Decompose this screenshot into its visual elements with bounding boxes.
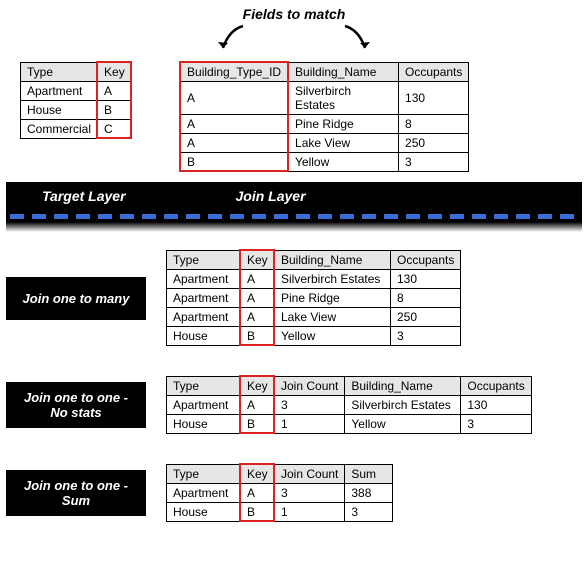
table-row: ApartmentA — [21, 82, 132, 101]
col-header: Type — [21, 63, 98, 82]
target-layer-table: TypeKeyApartmentAHouseBCommercialC — [20, 62, 132, 139]
join-layer-label: Join Layer — [236, 188, 306, 204]
col-header: Type — [167, 251, 241, 270]
col-header: Building_Name — [275, 251, 391, 270]
table-row: HouseB1Yellow3 — [167, 415, 532, 434]
table-row: HouseB13 — [167, 503, 393, 522]
col-header: Building_Name — [289, 63, 399, 82]
result2-table: TypeKeyJoin CountBuilding_NameOccupantsA… — [166, 376, 532, 434]
table-row: ASilverbirch Estates130 — [181, 82, 469, 115]
target-layer-label: Target Layer — [42, 188, 126, 204]
table-row: APine Ridge8 — [181, 115, 469, 134]
col-header: Occupants — [391, 251, 461, 270]
table-row: ApartmentAPine Ridge8 — [167, 289, 461, 308]
col-header: Occupants — [461, 377, 531, 396]
table-row: BYellow3 — [181, 153, 469, 172]
col-header: Key — [241, 251, 275, 270]
col-header: Key — [241, 465, 275, 484]
result3-table: TypeKeyJoin CountSumApartmentA3388HouseB… — [166, 464, 393, 522]
result2-label: Join one to one - No stats — [6, 382, 146, 428]
table-row: HouseBYellow3 — [167, 327, 461, 346]
table-row: CommercialC — [21, 120, 132, 139]
table-row: HouseB — [21, 101, 132, 120]
fields-to-match-label: Fields to match — [6, 6, 582, 22]
col-header: Occupants — [399, 63, 469, 82]
col-header: Join Count — [275, 465, 345, 484]
col-header: Key — [98, 63, 132, 82]
divider-dashes — [6, 210, 582, 222]
result1-table: TypeKeyBuilding_NameOccupantsApartmentAS… — [166, 250, 461, 346]
col-header: Type — [167, 465, 241, 484]
table-row: ApartmentASilverbirch Estates130 — [167, 270, 461, 289]
result3-label-l1: Join one to one - — [24, 478, 128, 493]
result2-label-l1: Join one to one - — [24, 390, 128, 405]
arrow-left-icon — [215, 24, 249, 60]
col-header: Key — [241, 377, 275, 396]
col-header: Sum — [345, 465, 393, 484]
table-row: ApartmentALake View250 — [167, 308, 461, 327]
result3-label: Join one to one - Sum — [6, 470, 146, 516]
result1-label: Join one to many — [6, 277, 146, 320]
col-header: Type — [167, 377, 241, 396]
col-header: Building_Name — [345, 377, 461, 396]
result3-label-l2: Sum — [62, 493, 90, 508]
result2-label-l2: No stats — [50, 405, 101, 420]
shadow-bar — [6, 222, 582, 232]
layer-bar: Target Layer Join Layer — [6, 182, 582, 210]
table-row: ApartmentA3388 — [167, 484, 393, 503]
arrows-row — [6, 24, 582, 60]
table-row: ApartmentA3Silverbirch Estates130 — [167, 396, 532, 415]
col-header: Building_Type_ID — [181, 63, 289, 82]
arrow-right-icon — [339, 24, 373, 60]
join-layer-table: Building_Type_IDBuilding_NameOccupantsAS… — [180, 62, 469, 172]
table-row: ALake View250 — [181, 134, 469, 153]
col-header: Join Count — [275, 377, 345, 396]
